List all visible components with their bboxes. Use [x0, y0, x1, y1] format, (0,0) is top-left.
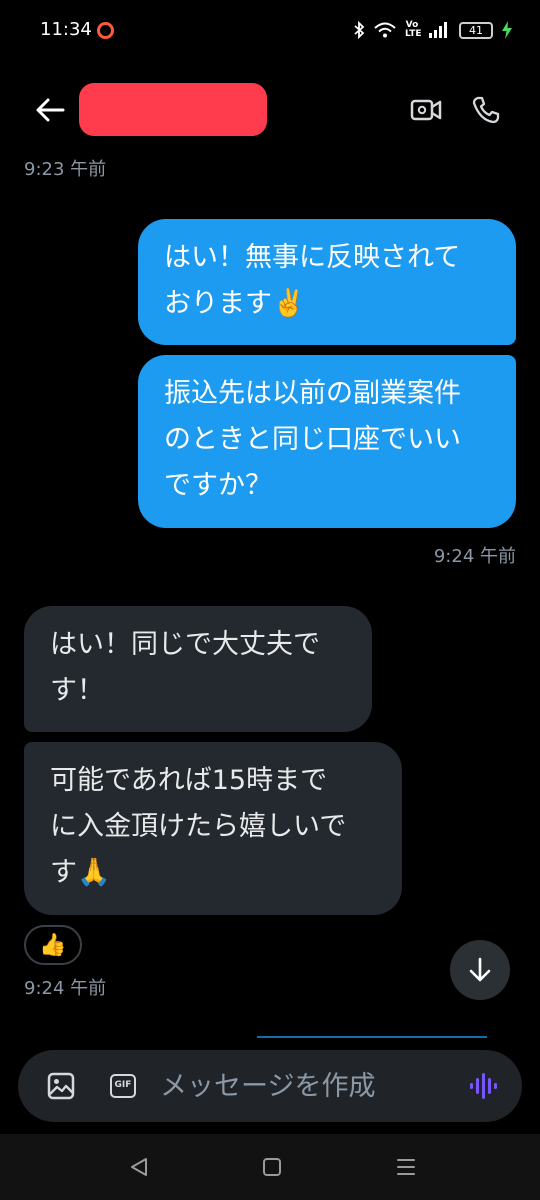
charging-icon: [502, 21, 512, 39]
voice-message-button[interactable]: [466, 1070, 500, 1102]
add-gif-button[interactable]: GIF: [108, 1072, 138, 1100]
voice-wave-icon: [470, 1073, 497, 1099]
back-button[interactable]: [30, 92, 70, 128]
gif-icon: GIF: [110, 1074, 136, 1098]
sent-message-bubble[interactable]: 振込先は以前の副業案件 のときと同じ口座でいい ですか？: [138, 355, 516, 528]
battery-indicator: 41: [459, 21, 493, 39]
status-bar: 11:34 Vo LTE 41: [0, 0, 540, 62]
contact-name-redacted[interactable]: [79, 83, 267, 136]
recording-indicator-icon: [97, 22, 114, 39]
status-icons: Vo LTE 41: [353, 17, 512, 43]
menu-lines-icon: [397, 1159, 415, 1175]
system-navigation-bar: [0, 1134, 540, 1200]
signal-icon: [428, 22, 450, 38]
add-image-button[interactable]: [46, 1071, 76, 1101]
conversation-header: [0, 70, 540, 150]
reaction-thumbs-up[interactable]: 👍: [24, 925, 82, 965]
scroll-to-bottom-button[interactable]: [450, 940, 510, 1000]
system-home-button[interactable]: [257, 1152, 287, 1182]
voice-call-button[interactable]: [468, 92, 504, 128]
video-camera-icon: [410, 99, 442, 121]
square-home-icon: [263, 1158, 281, 1176]
triangle-back-icon: [131, 1158, 147, 1176]
message-input[interactable]: [160, 1064, 460, 1108]
phone-icon: [472, 96, 500, 124]
volte-indicator: Vo LTE: [405, 20, 422, 39]
received-message-bubble[interactable]: はい！同じで大丈夫で す！: [24, 606, 372, 732]
system-back-button[interactable]: [124, 1152, 154, 1182]
arrow-down-icon: [469, 957, 491, 982]
arrow-left-icon: [36, 98, 65, 122]
received-message-bubble[interactable]: 可能であれば15時まで に入金頂けたら嬉しいで す🙏: [24, 742, 402, 915]
image-icon: [47, 1072, 75, 1100]
sent-message-bubble[interactable]: はい！無事に反映されて おります✌️: [138, 219, 516, 345]
composer-divider: [257, 1036, 487, 1038]
bluetooth-icon: [353, 21, 365, 39]
system-recents-button[interactable]: [391, 1152, 421, 1182]
wifi-icon: [374, 22, 396, 38]
status-time: 11:34: [40, 19, 92, 40]
message-timestamp: 9:24 午前: [433, 546, 516, 567]
message-composer: GIF: [18, 1050, 522, 1122]
message-timestamp: 9:23 午前: [24, 159, 107, 180]
message-timestamp: 9:24 午前: [24, 978, 107, 999]
video-call-button[interactable]: [408, 92, 444, 128]
